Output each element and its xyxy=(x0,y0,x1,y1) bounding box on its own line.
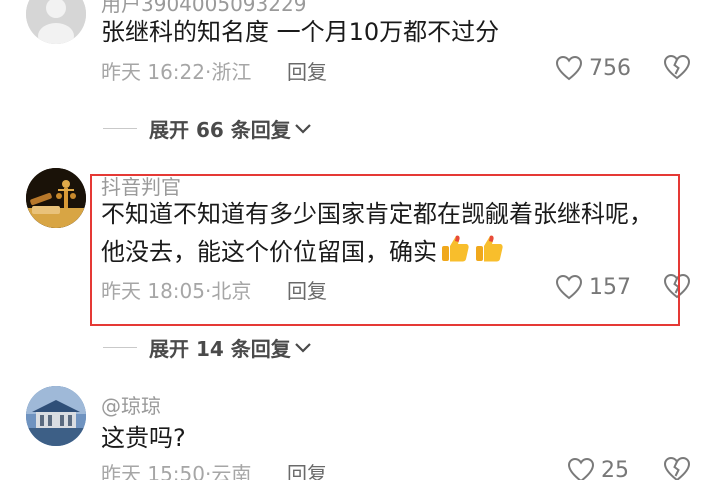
avatar[interactable] xyxy=(26,0,86,44)
heart-icon xyxy=(555,55,583,81)
comment-location: 云南 xyxy=(211,462,252,480)
comment-location: 浙江 xyxy=(211,60,252,84)
comment-line: 这贵吗? xyxy=(101,424,186,452)
chevron-down-icon xyxy=(294,123,311,134)
comment-time: 昨天 16:22 xyxy=(101,60,205,84)
reply-button[interactable]: 回复 xyxy=(287,56,327,85)
like-button[interactable]: 25 xyxy=(567,455,629,480)
like-button[interactable]: 756 xyxy=(555,53,631,83)
divider xyxy=(103,128,137,129)
reply-button[interactable]: 回复 xyxy=(287,458,327,480)
comment-list: 用户3904005093229 张继科的知名度 一个月10万都不过分 昨天 16… xyxy=(0,0,720,480)
justice-statue-icon xyxy=(26,168,86,228)
like-count: 25 xyxy=(601,457,629,480)
comment-text: 张继科的知名度 一个月10万都不过分 xyxy=(101,14,681,50)
heart-icon xyxy=(567,457,595,480)
avatar[interactable] xyxy=(26,168,86,228)
highlight-box xyxy=(90,174,680,326)
expand-replies-button[interactable]: 展开 66 条回复 xyxy=(103,114,313,143)
expand-replies-label: 展开 66 条回复 xyxy=(149,118,291,142)
expand-replies-button[interactable]: 展开 14 条回复 xyxy=(103,333,313,362)
comment-time: 昨天 15:50 xyxy=(101,462,205,480)
dislike-button[interactable] xyxy=(662,455,692,480)
avatar[interactable] xyxy=(26,386,86,446)
chevron-down-icon xyxy=(294,342,311,353)
like-count: 756 xyxy=(589,55,631,81)
default-user-icon xyxy=(26,0,86,44)
divider xyxy=(103,347,137,348)
comment-line: 张继科的知名度 一个月10万都不过分 xyxy=(101,18,500,46)
comment-meta: 昨天 16:22·浙江 xyxy=(101,56,251,85)
username[interactable]: @琼琼 xyxy=(101,390,161,419)
comment-meta: 昨天 15:50·云南 xyxy=(101,458,251,480)
broken-heart-icon xyxy=(663,456,691,480)
building-photo-icon xyxy=(26,386,86,446)
comment-text: 这贵吗? xyxy=(101,420,681,456)
dislike-button[interactable] xyxy=(662,53,692,83)
expand-replies-label: 展开 14 条回复 xyxy=(149,337,291,361)
broken-heart-icon xyxy=(663,54,691,80)
